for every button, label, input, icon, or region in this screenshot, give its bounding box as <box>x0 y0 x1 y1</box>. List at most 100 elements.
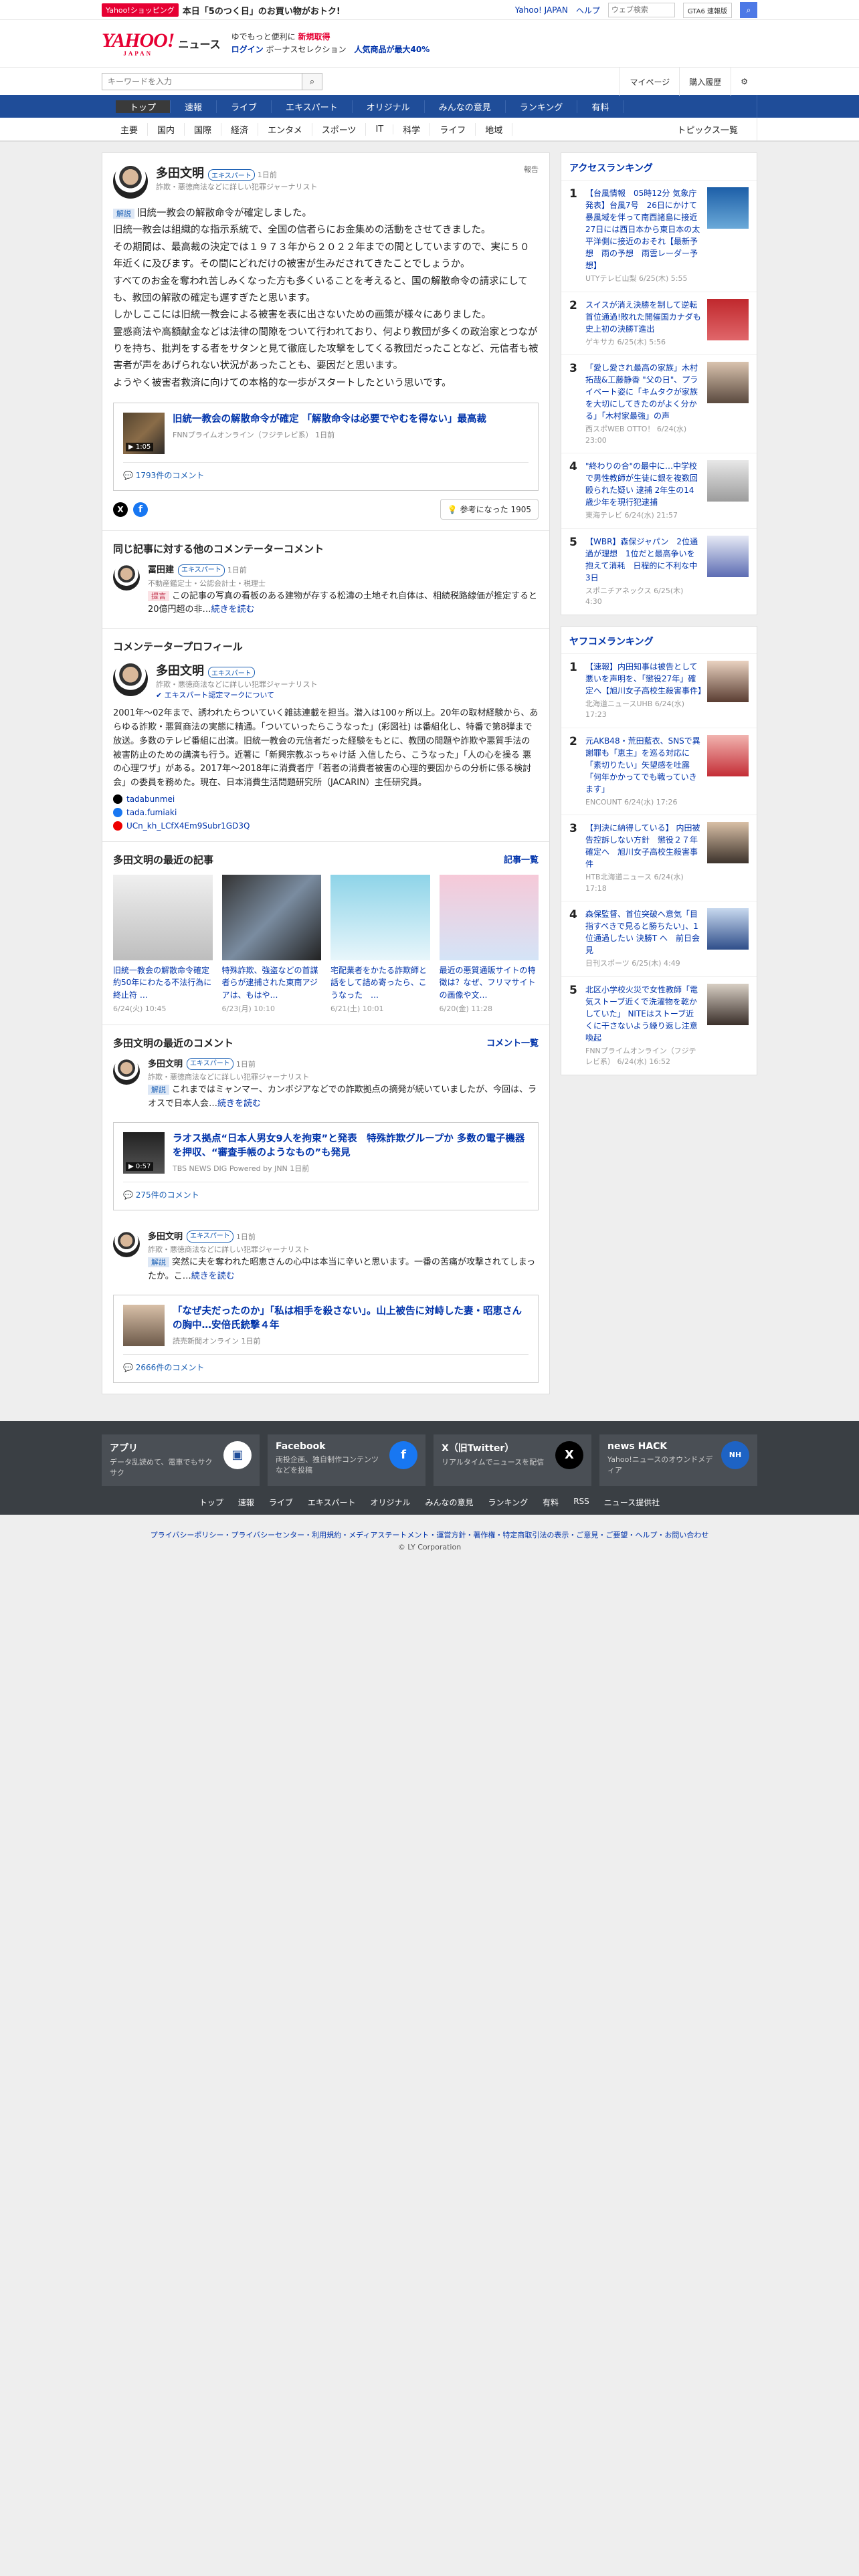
nav-live[interactable]: ライブ <box>217 100 272 113</box>
article-comments-link[interactable]: 💬 2666件のコメント <box>123 1354 529 1373</box>
footer-link[interactable]: みんなの意見 <box>425 1497 474 1508</box>
bonus-link[interactable]: ボーナスセレクション <box>266 45 347 54</box>
nav-paid[interactable]: 有料 <box>577 100 624 113</box>
keyword-input[interactable] <box>102 73 302 90</box>
yahoo-logo[interactable]: YAHOO! JAPAN <box>102 30 175 57</box>
nav-opinion[interactable]: みんなの意見 <box>425 100 506 113</box>
ranking-item[interactable]: 2 元AKB48・荒田藍衣、SNSで異謝罪も「恵主」を巡る対応に「素切りたい」矢望… <box>561 727 757 815</box>
linked-article[interactable]: ▶ 0:57 ラオス拠点“日本人男女9人を拘束”と発表 特殊詐欺グループか 多数… <box>113 1121 539 1210</box>
ranking-item[interactable]: 2 スイスが消え決勝を制して逆転首位通過!敗れた開催国カナダも史上初の決勝T進出ゲ… <box>561 291 757 355</box>
footer-link[interactable]: 速報 <box>238 1497 254 1508</box>
author-name[interactable]: 多田文明 <box>156 167 204 181</box>
author-name[interactable]: 多田文明 <box>156 664 204 678</box>
section-heading: 多田文明の最近のコメント <box>113 1037 234 1049</box>
yahoo-japan-link[interactable]: Yahoo! JAPAN <box>515 5 568 15</box>
report-link[interactable]: 報告 <box>524 164 539 199</box>
avatar[interactable] <box>113 1230 140 1257</box>
comment-list-link[interactable]: コメント一覧 <box>486 1036 539 1050</box>
ranking-item[interactable]: 1 【台風情報 05時12分 気象庁発表】台風7号 26日にかけて暴風域を伴って南… <box>561 180 757 292</box>
footer-link[interactable]: エキスパート <box>308 1497 356 1508</box>
help-link[interactable]: ヘルプ <box>576 5 600 16</box>
youtube-profile-link[interactable]: UCn_kh_LCfX4Em9Subr1GD3Q <box>113 821 539 831</box>
article-list-link[interactable]: 記事一覧 <box>504 853 539 867</box>
gta-chip[interactable]: GTA6 速報版 <box>682 2 732 18</box>
ranking-item[interactable]: 3 【判決に納得している】 内田被告控訴しない方針 懲役２７年確定へ 旭川女子高校… <box>561 815 757 901</box>
article-title[interactable]: 旧統一教会の解散命令が確定 「解散命令は必要でやむを得ない」最高裁 <box>173 413 486 427</box>
read-more-link[interactable]: 続きを読む <box>217 1099 261 1109</box>
x-profile-link[interactable]: tadabunmei <box>113 794 539 804</box>
expert-mark-link[interactable]: ✔ エキスパート認定マークについて <box>156 689 317 700</box>
linked-article[interactable]: 「なぜ夫だったのか」「私は相手を殺さない」。山上被告に対峙した妻・昭恵さんの胸中… <box>113 1294 539 1383</box>
sale-link[interactable]: 人気商品が最大40% <box>355 45 430 54</box>
footer-newshack[interactable]: news HACK Yahoo!ニュースのオウンドメディア NH <box>599 1434 757 1486</box>
footer-link[interactable]: ニュース提供社 <box>604 1497 660 1508</box>
keyword-search-button[interactable]: ⌕ <box>302 73 322 90</box>
nav-expert[interactable]: エキスパート <box>272 100 353 113</box>
web-search-input[interactable] <box>607 3 675 17</box>
footer-link[interactable]: RSS <box>573 1497 589 1508</box>
subnav-it[interactable]: IT <box>366 124 394 134</box>
promo-link[interactable]: 本日「5のつく日」のお買い物がおトク! <box>183 4 341 17</box>
nav-top[interactable]: トップ <box>116 100 171 113</box>
subnav-business[interactable]: 経済 <box>221 122 259 136</box>
avatar[interactable] <box>113 661 148 697</box>
footer-link[interactable]: ライブ <box>269 1497 293 1508</box>
x-share-icon[interactable]: X <box>113 502 128 517</box>
nav-ranking[interactable]: ランキング <box>506 100 578 113</box>
news-label[interactable]: ニュース <box>178 35 220 51</box>
article-comments-link[interactable]: 💬 1793件のコメント <box>123 462 529 481</box>
footer-link[interactable]: 有料 <box>543 1497 559 1508</box>
nav-breaking[interactable]: 速報 <box>171 100 217 113</box>
author-name[interactable]: 冨田建 <box>148 565 174 575</box>
avatar[interactable] <box>113 164 148 199</box>
read-more-link[interactable]: 続きを読む <box>191 1271 235 1281</box>
login-link[interactable]: ログイン <box>231 45 264 54</box>
subnav-science[interactable]: 科学 <box>393 122 431 136</box>
facebook-icon <box>113 807 122 817</box>
web-search-button[interactable]: ⌕ <box>740 2 757 18</box>
ranking-item[interactable]: 5 北区小学校火災で女性教師「電気ストーブ近くで洗濯物を乾かしていた」 NITEは… <box>561 976 757 1075</box>
ranking-item[interactable]: 4 森保監督、首位突破へ意気「目指すべきで見ると勝ちたい」、1位通過したい 決勝T… <box>561 901 757 976</box>
search-row: ⌕ マイページ 購入履歴 ⚙ <box>0 67 859 96</box>
avatar[interactable] <box>113 1057 140 1085</box>
recent-article[interactable]: 旧統一教会の解散命令確定 約50年にわたる不法行為に終止符 … 6/24(火) 1… <box>113 874 213 1014</box>
purchase-history-button[interactable]: 購入履歴 <box>679 68 731 96</box>
subnav-life[interactable]: ライフ <box>430 122 476 136</box>
youtube-icon <box>113 821 122 831</box>
page: Yahoo!ショッピング 本日「5のつく日」のお買い物がおトク! Yahoo! … <box>0 0 859 2576</box>
signup-link[interactable]: 新規取得 <box>298 32 330 41</box>
subnav-main[interactable]: 主要 <box>111 122 149 136</box>
avatar[interactable] <box>113 564 140 591</box>
mypage-button[interactable]: マイページ <box>619 68 679 96</box>
subnav-local[interactable]: 地域 <box>476 122 513 136</box>
linked-article[interactable]: ▶ 1:05 旧統一教会の解散命令が確定 「解散命令は必要でやむを得ない」最高裁… <box>113 403 539 492</box>
facebook-share-icon[interactable]: f <box>133 502 148 517</box>
recent-article[interactable]: 宅配業者をかたる詐欺師と話をして詰め寄ったら、こうなった … 6/21(土) 10… <box>330 874 430 1014</box>
ranking-item[interactable]: 5 【WBR】森保ジャパン 2位通過が理想 1位だと最高争いを抱えて消耗 日程的に… <box>561 528 757 615</box>
facebook-profile-link[interactable]: tada.fumiaki <box>113 807 539 817</box>
footer-link[interactable]: トップ <box>199 1497 223 1508</box>
shopping-tag[interactable]: Yahoo!ショッピング <box>102 3 179 17</box>
ranking-item[interactable]: 3 「愛し愛され最高の家族」木村拓哉&工藤静香 "父の日"、プライベート姿に「キム… <box>561 354 757 453</box>
helpful-button[interactable]: 💡 参考になった 1905 <box>440 499 539 520</box>
read-more-link[interactable]: 続きを読む <box>211 605 255 615</box>
footer-facebook[interactable]: Facebook 両投企画、独自制作コンテンツなどを投稿 f <box>268 1434 425 1486</box>
ranking-item[interactable]: 4 "終わりの合"の最中に…中学校で男性教師が生徒に銀を複数回殴られた疑い 逮捕 … <box>561 453 757 528</box>
footer-link[interactable]: ランキング <box>488 1497 529 1508</box>
settings-button[interactable]: ⚙ <box>731 68 757 96</box>
footer-app[interactable]: アプリ データ乱読めて、電車でもサクサク ▣ <box>102 1434 260 1486</box>
legal-links[interactable]: プライバシーポリシー・プライバシーセンター・利用規約・メディアステートメント・運… <box>0 1528 859 1543</box>
recent-article[interactable]: 特殊詐欺、強盗などの首謀者らが逮捕された東南アジアは、もはや… 6/23(月) 1… <box>221 874 321 1014</box>
topics-list-link[interactable]: トピックス一覧 <box>668 123 747 136</box>
app-icon: ▣ <box>223 1440 252 1469</box>
footer-link[interactable]: オリジナル <box>371 1497 411 1508</box>
article-comments-link[interactable]: 💬 275件のコメント <box>123 1181 529 1200</box>
nav-original[interactable]: オリジナル <box>353 100 425 113</box>
ranking-item[interactable]: 1 【速報】内田知事は被告として悪いを声明を、「懲役27年」確定へ【旭川女子高校生… <box>561 653 757 728</box>
subnav-entertainment[interactable]: エンタメ <box>258 122 312 136</box>
footer-x[interactable]: X（旧Twitter） リアルタイムでニュースを配信 X <box>434 1434 591 1486</box>
subnav-sports[interactable]: スポーツ <box>312 122 367 136</box>
recent-article[interactable]: 最近の悪質通販サイトの特徴は？なぜ、フリマサイトの画像や文… 6/20(金) 11… <box>439 874 539 1014</box>
subnav-domestic[interactable]: 国内 <box>148 122 185 136</box>
subnav-world[interactable]: 国際 <box>185 122 222 136</box>
